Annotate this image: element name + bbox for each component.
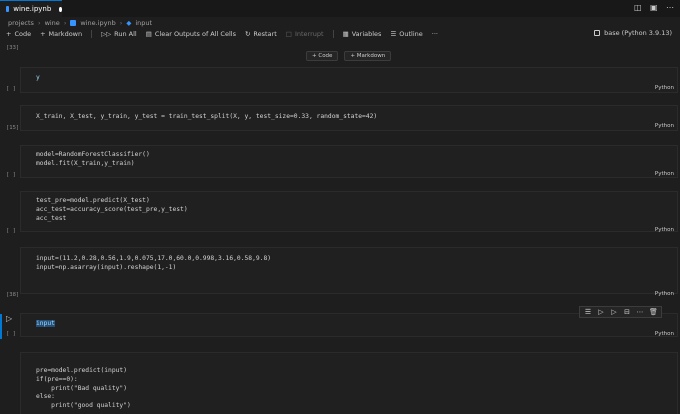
insert-code-cell-button[interactable]: + Code [306,51,339,61]
cube-icon: ◆ [126,18,132,27]
more-toolbar-button[interactable]: ··· [432,30,438,38]
more-actions-icon[interactable]: ⋯ [666,4,674,12]
cell-language[interactable]: Python [655,85,674,91]
execution-count: [ ] [6,331,16,337]
breadcrumb-notebook[interactable]: wine.ipynb [80,19,115,27]
variables-button[interactable]: ▦ Variables [343,30,382,38]
breadcrumb: projects › wine › wine.ipynb › ◆ input [8,17,152,28]
cell-code[interactable]: y [36,74,40,83]
run-cell-icon[interactable]: ▷ [6,314,12,323]
code-cell[interactable]: model=RandomForestClassifier() model.fit… [20,145,678,178]
code-cell[interactable]: test_pre=model.predict(X_test) acc_test=… [20,191,678,232]
cell-language[interactable]: Python [655,227,674,233]
add-markdown-label: Markdown [48,30,83,38]
breadcrumb-input[interactable]: input [135,19,152,27]
split-cell-icon[interactable]: ⊟ [623,308,631,316]
outline-label: Outline [399,30,423,38]
cell-code[interactable]: input [36,320,55,329]
cell-language[interactable]: Python [655,171,674,177]
add-code-button[interactable]: + Code [6,30,31,38]
code-cell[interactable]: y [20,67,678,93]
execution-count: [ ] [6,86,16,92]
cell-code[interactable]: pre=model.predict(input) if(pre==0): pri… [36,367,131,411]
chevron-right-icon: › [37,18,41,27]
notebook-icon [6,6,10,12]
cell-toolbar: ☰ ▷ ▷ ⊟ ⋯ 🗑 [579,306,662,318]
execute-above-icon[interactable]: ▷ [597,308,605,316]
variables-label: Variables [351,30,382,38]
clear-outputs-button[interactable]: ▤ Clear Outputs of All Cells [146,30,236,38]
tab-actions: ◫ ▣ ⋯ [634,4,674,12]
outline-icon: ☰ [390,30,397,38]
restart-label: Restart [253,30,277,38]
cell-code[interactable]: model=RandomForestClassifier() model.fit… [36,151,150,169]
chevron-right-icon: › [63,18,67,27]
notebook-cells: [33] y [ ] Python X_train, X_test, y_tra… [0,41,680,414]
code-text: input=(11.2,0.28,0.56,1.9,0.075,17.0,60.… [36,255,272,271]
cell-code[interactable]: test_pre=model.predict(X_test) acc_test=… [36,197,188,223]
execution-count: [ ] [6,228,16,234]
cell-code[interactable]: input=(11.2,0.28,0.56,1.9,0.075,17.0,60.… [36,255,271,273]
execution-count: [ ] [6,172,16,178]
interrupt-label: Interrupt [294,30,324,38]
add-markdown-button[interactable]: + Markdown [40,30,82,38]
outline-button[interactable]: ☰ Outline [390,30,422,38]
add-cell-row: + Code + Markdown [306,51,392,61]
more-cell-actions-icon[interactable]: ⋯ [636,308,644,316]
cell-focus-indicator [0,314,2,339]
execution-count: [38] [6,292,20,298]
code-text: X_train, X_test, y_train, y_test = train… [36,113,378,120]
stop-icon: □ [285,30,292,38]
cell-language[interactable]: Python [655,291,674,297]
run-by-line-icon[interactable]: ☰ [584,308,592,316]
chevron-right-icon: › [119,18,123,27]
interrupt-button[interactable]: □ Interrupt [286,30,324,38]
run-all-button[interactable]: ▷▷ Run All [101,30,137,38]
tab-wine-notebook[interactable]: wine.ipynb [0,0,62,17]
run-all-label: Run All [114,30,137,38]
delete-cell-icon[interactable]: 🗑 [649,308,658,316]
unsaved-dot-icon[interactable] [59,6,62,12]
editor-tab-bar: wine.ipynb ◫ ▣ ⋯ [0,0,680,17]
toolbar-separator [332,30,334,38]
restart-button[interactable]: ↻ Restart [245,30,277,38]
code-cell[interactable]: pre=model.predict(input) if(pre==0): pri… [20,352,678,414]
kernel-label: base (Python 3.9.13) [604,29,672,37]
plus-icon: + [6,30,12,38]
code-text: input [36,320,55,327]
notebook-icon [70,19,77,26]
insert-markdown-cell-button[interactable]: + Markdown [344,51,392,61]
code-text: pre=model.predict(input) if(pre==0): pri… [36,367,131,410]
kernel-icon [594,30,601,36]
cell-code[interactable]: X_train, X_test, y_train, y_test = train… [36,113,377,122]
breadcrumb-projects[interactable]: projects [8,19,34,27]
cell-language[interactable]: Python [655,123,674,129]
cell-language[interactable]: Python [655,331,674,337]
execution-count: [15] [6,125,20,131]
plus-icon: + [40,30,46,38]
code-text: y [36,74,40,81]
execution-count: [33] [6,45,20,51]
code-cell[interactable]: input=(11.2,0.28,0.56,1.9,0.075,17.0,60.… [20,247,678,294]
code-text: model=RandomForestClassifier() model.fit… [36,151,150,167]
run-all-icon: ▷▷ [101,30,112,38]
toolbar-separator [91,30,93,38]
kernel-picker[interactable]: base (Python 3.9.13) [594,29,672,37]
add-code-label: Code [14,30,32,38]
split-editor-icon[interactable]: ◫ [634,4,642,12]
clear-all-icon: ▤ [145,30,152,38]
tab-label: wine.ipynb [13,5,52,13]
clear-outputs-label: Clear Outputs of All Cells [154,30,236,38]
execute-below-icon[interactable]: ▷ [610,308,618,316]
variables-icon: ▦ [342,30,349,38]
restart-icon: ↻ [244,30,251,38]
code-text: test_pre=model.predict(X_test) acc_test=… [36,197,188,222]
code-cell[interactable]: X_train, X_test, y_train, y_test = train… [20,105,678,131]
more-icon: ··· [431,30,438,38]
layout-icon[interactable]: ▣ [650,4,658,12]
breadcrumb-wine[interactable]: wine [45,19,60,27]
notebook-toolbar: + Code + Markdown ▷▷ Run All ▤ Clear Out… [0,28,680,40]
